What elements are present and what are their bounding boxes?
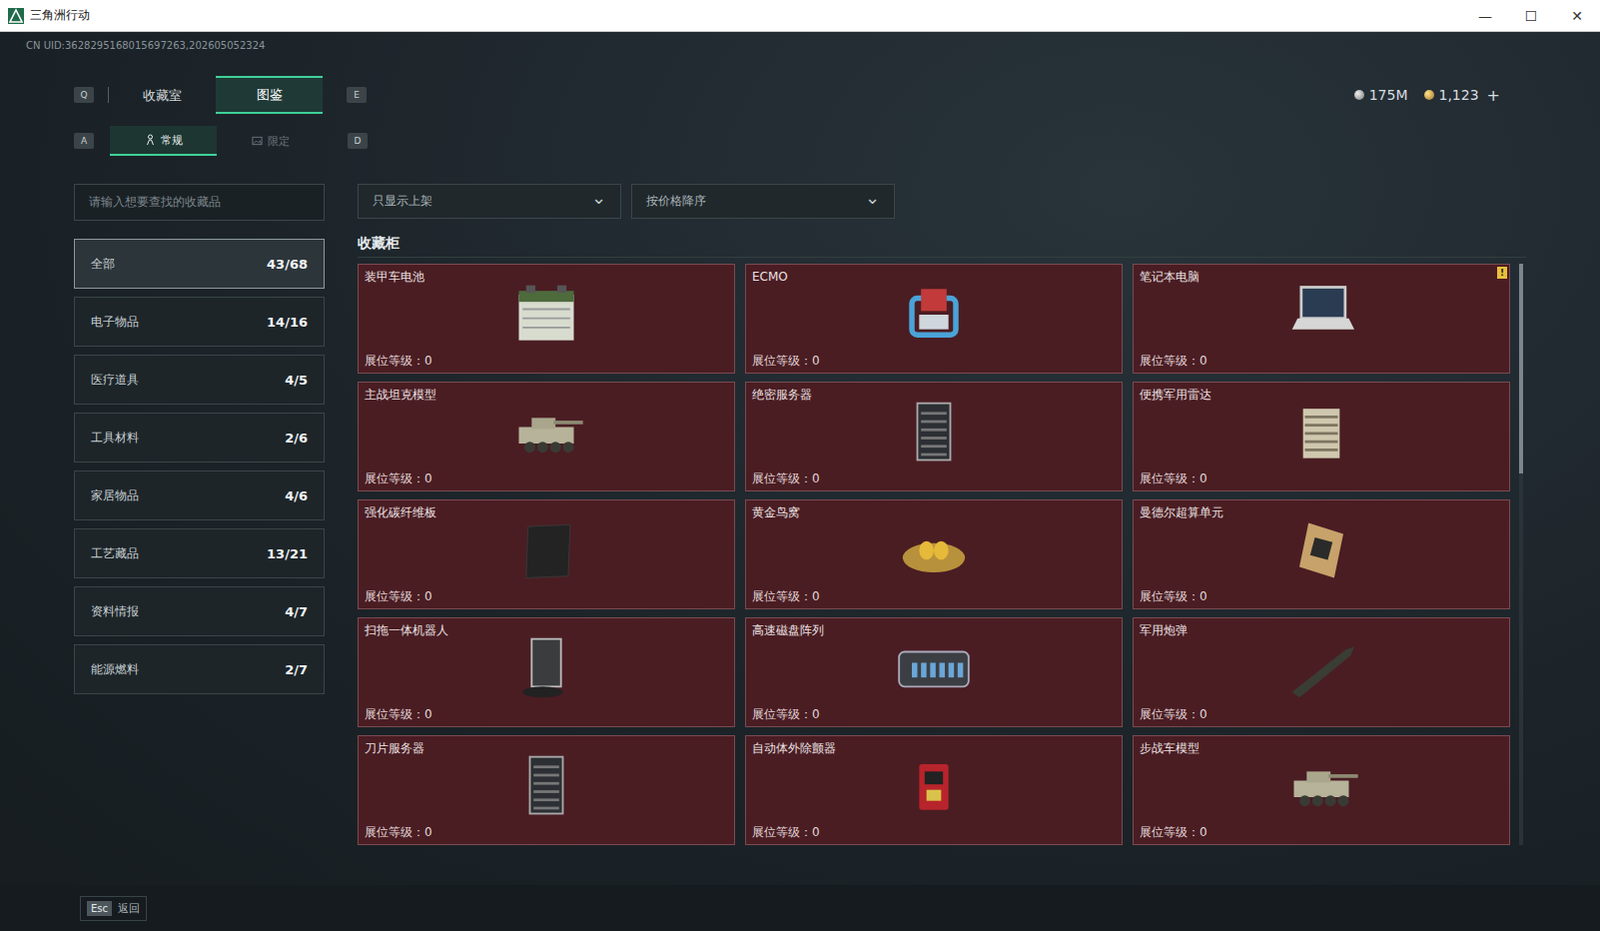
chevron-icon: ⌄ xyxy=(864,188,880,207)
filter-dropdown[interactable]: 只显示上架⌄ xyxy=(357,183,622,219)
window-title: 三角洲行动 xyxy=(29,6,90,24)
currency-item: 1,123 xyxy=(1424,86,1480,103)
coin-icon xyxy=(1424,89,1435,100)
scroll-thumb[interactable] xyxy=(1519,263,1524,474)
key-hint: Q xyxy=(73,86,94,103)
coin-icon xyxy=(1354,89,1365,100)
key-hint: D xyxy=(347,132,368,149)
main-tab[interactable]: 图鉴 xyxy=(215,75,323,114)
sidebar-item[interactable]: 资料情报4/7 xyxy=(73,586,325,637)
section-title: 收藏柜 xyxy=(357,232,1527,253)
window-control[interactable]: ✕ xyxy=(1554,7,1600,24)
ecmo-icon xyxy=(878,277,989,352)
currency-item: 175M xyxy=(1354,86,1409,103)
alert-badge: ! xyxy=(1497,266,1508,279)
robot-icon xyxy=(491,631,602,706)
sidebar-item[interactable]: 家居物品4/6 xyxy=(73,470,325,521)
filter-dropdown[interactable]: 按价格降序⌄ xyxy=(631,183,895,219)
collection-panel: 只显示上架⌄按价格降序⌄ 收藏柜装甲车电池展位等级：0ECMO展位等级：0笔记本电… xyxy=(357,183,1527,885)
collection-card[interactable]: 步战车模型展位等级：0 xyxy=(1132,735,1511,845)
defib-icon xyxy=(878,749,989,823)
collection-card[interactable]: 曼德尔超算单元展位等级：0 xyxy=(1132,499,1511,610)
key-hint: A xyxy=(73,132,94,149)
collection-card[interactable]: 主战坦克模型展位等级：0 xyxy=(357,381,736,492)
main-tabs: Q 收藏室图鉴 E xyxy=(73,75,367,114)
footer-bar: Esc返回 xyxy=(0,884,1600,931)
sidebar-item[interactable]: 工艺藏品13/21 xyxy=(73,528,325,579)
sidebar-item[interactable]: 医疗道具4/5 xyxy=(73,354,325,405)
disk-icon xyxy=(878,631,989,706)
collection-card[interactable]: 自动体外除颤器展位等级：0 xyxy=(745,735,1123,845)
chevron-icon: ⌄ xyxy=(591,188,607,207)
sub-tab[interactable]: 常规 xyxy=(109,125,217,156)
chip-icon xyxy=(1266,513,1377,588)
main-tab[interactable]: 收藏室 xyxy=(108,75,216,114)
collection-card[interactable]: ECMO展位等级：0 xyxy=(745,263,1123,374)
item-grid: 装甲车电池展位等级：0ECMO展位等级：0笔记本电脑展位等级：0! 主战坦克模型展… xyxy=(357,263,1511,845)
sub-tabs: A 常规限定 D xyxy=(0,125,1600,156)
image-icon xyxy=(251,134,263,147)
sub-tab[interactable]: 限定 xyxy=(216,125,324,156)
ifv-icon xyxy=(1266,749,1377,823)
collection-card[interactable]: 黄金鸟窝展位等级：0 xyxy=(745,499,1123,610)
collection-card[interactable]: 强化碳纤维板展位等级：0 xyxy=(357,499,736,610)
sidebar-item[interactable]: 能源燃料2/7 xyxy=(73,644,325,695)
collection-card[interactable]: 军用炮弹展位等级：0 xyxy=(1132,617,1511,728)
sidebar-item[interactable]: 电子物品14/16 xyxy=(73,296,325,347)
collection-card[interactable]: 装甲车电池展位等级：0 xyxy=(357,263,736,374)
collection-screen: CN UID:3628295168015697263,202605052324 Q… xyxy=(0,31,1600,885)
carbon-icon xyxy=(491,513,602,588)
tank-icon xyxy=(491,395,602,470)
add-currency-button[interactable]: + xyxy=(1487,85,1501,105)
collection-card[interactable]: 绝密服务器展位等级：0 xyxy=(745,381,1123,492)
currency-bar: 175M 1,123 + xyxy=(1354,85,1501,105)
laptop-icon xyxy=(1266,277,1377,352)
figure-icon xyxy=(144,133,156,146)
nest-icon xyxy=(878,513,989,588)
collection-card[interactable]: 便携军用雷达展位等级：0 xyxy=(1132,381,1511,492)
sidebar-item[interactable]: 工具材料2/6 xyxy=(73,412,325,463)
collection-card[interactable]: 扫拖一体机器人展位等级：0 xyxy=(357,617,736,728)
sidebar: 请输入想要查找的收藏品全部43/68 电子物品14/16 医疗道具4/5 工具材料2/… xyxy=(73,183,325,885)
collection-card[interactable]: 高速磁盘阵列展位等级：0 xyxy=(745,617,1123,728)
sidebar-item[interactable]: 全部43/68 xyxy=(73,238,325,289)
battery-icon xyxy=(491,277,602,352)
collection-card[interactable]: 笔记本电脑展位等级：0! xyxy=(1132,263,1511,374)
shell-icon xyxy=(1266,631,1377,706)
server-icon xyxy=(878,395,989,470)
window-control[interactable]: ☐ xyxy=(1508,7,1555,24)
blade-icon xyxy=(491,749,602,823)
uid-text: CN UID:3628295168015697263,202605052324 xyxy=(0,37,1600,54)
scrollbar[interactable] xyxy=(1519,263,1524,845)
collection-card[interactable]: 刀片服务器展位等级：0 xyxy=(357,735,736,845)
game-window: 三角洲行动 —☐✕ CN UID:3628295168015697263,20260… xyxy=(0,0,1600,931)
title-bar: 三角洲行动 —☐✕ xyxy=(0,0,1600,32)
game-logo-icon xyxy=(7,7,24,24)
window-control[interactable]: — xyxy=(1462,7,1509,24)
key-hint: E xyxy=(346,86,367,103)
back-button[interactable]: Esc返回 xyxy=(79,895,147,921)
search-field[interactable]: 请输入想要查找的收藏品 xyxy=(73,183,325,221)
radar-icon xyxy=(1266,395,1377,470)
